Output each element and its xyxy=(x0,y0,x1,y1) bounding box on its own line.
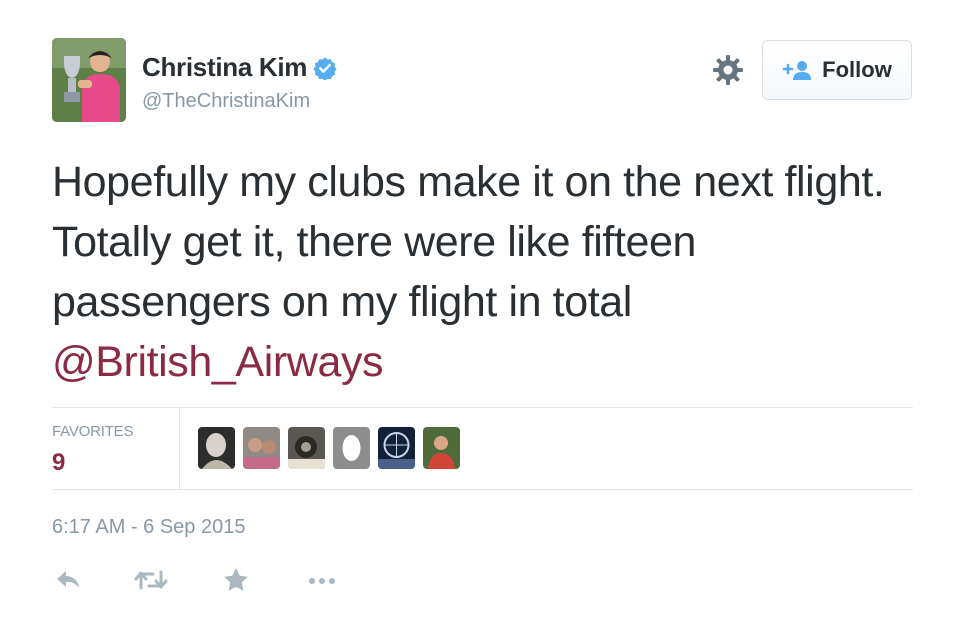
verified-badge-icon xyxy=(313,56,337,81)
tweet-card: Christina Kim @TheChristinaKim Follow Ho… xyxy=(0,0,966,644)
favoriter-avatar[interactable] xyxy=(198,427,235,469)
favoriter-avatar[interactable] xyxy=(423,427,460,469)
favoriter-avatars xyxy=(198,427,460,469)
author-display-name[interactable]: Christina Kim xyxy=(142,52,307,83)
tweet-text-line: Totally get it, there were like fifteen xyxy=(52,218,697,266)
author-handle[interactable]: @TheChristinaKim xyxy=(142,90,310,113)
mention-link[interactable]: @British_Airways xyxy=(52,332,932,392)
tweet-text: Hopefully my clubs make it on the next f… xyxy=(52,152,932,392)
follow-button-label: Follow xyxy=(822,57,892,82)
divider xyxy=(52,489,913,490)
add-user-icon xyxy=(782,59,812,81)
tweet-timestamp[interactable]: 6:17 AM - 6 Sep 2015 xyxy=(52,516,245,539)
author-avatar[interactable] xyxy=(52,38,126,122)
favoriter-avatar[interactable] xyxy=(333,427,370,469)
tweet-text-line: passengers on my flight in total xyxy=(52,278,632,326)
favorites-stat[interactable]: FAVORITES 9 xyxy=(52,407,180,489)
favorite-icon[interactable] xyxy=(222,566,250,599)
tweet-text-line: Hopefully my clubs make it on the next f… xyxy=(52,158,885,206)
more-icon[interactable] xyxy=(306,566,338,599)
favoriter-avatar[interactable] xyxy=(378,427,415,469)
favorites-count: 9 xyxy=(52,449,66,476)
favoriter-avatar[interactable] xyxy=(243,427,280,469)
favoriter-avatar[interactable] xyxy=(288,427,325,469)
tweet-stats: FAVORITES 9 xyxy=(52,407,913,489)
author-name-row: Christina Kim xyxy=(142,52,337,83)
gear-icon[interactable] xyxy=(712,54,744,86)
follow-button[interactable]: Follow xyxy=(762,40,912,100)
reply-icon[interactable] xyxy=(54,566,82,599)
retweet-icon[interactable] xyxy=(134,566,168,599)
favorites-label: FAVORITES xyxy=(52,423,134,440)
